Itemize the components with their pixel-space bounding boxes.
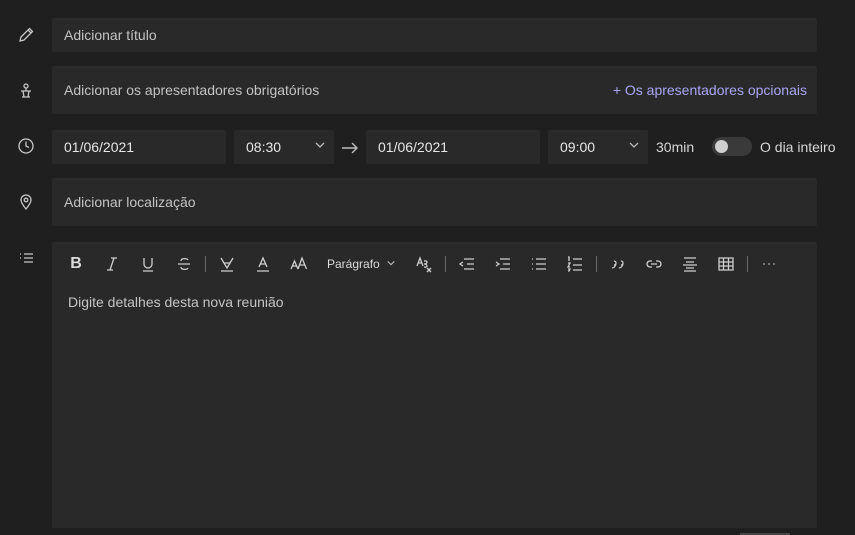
- bold-button[interactable]: B: [58, 250, 94, 278]
- end-date-value: 01/06/2021: [378, 139, 449, 155]
- more-horizontal-icon: [763, 263, 775, 265]
- all-day-toggle[interactable]: [712, 137, 752, 156]
- clear-formatting-icon: [416, 256, 432, 273]
- title-input[interactable]: Adicionar título: [52, 18, 817, 52]
- bulleted-list-button[interactable]: [521, 250, 557, 278]
- table-button[interactable]: [708, 250, 744, 278]
- increase-indent-icon: [495, 258, 510, 270]
- chevron-down-icon: [314, 138, 326, 156]
- font-color-button[interactable]: [245, 250, 281, 278]
- pencil-icon: [14, 23, 38, 47]
- toolbar-divider: [205, 256, 206, 272]
- italic-icon: [107, 257, 117, 271]
- numbered-list-button[interactable]: [557, 250, 593, 278]
- arrow-right-icon: [340, 139, 360, 157]
- paragraph-style-label: Parágrafo: [327, 257, 380, 271]
- editor-placeholder: Digite detalhes desta nova reunião: [68, 294, 284, 310]
- more-options-button[interactable]: [751, 250, 787, 278]
- chevron-down-icon: [628, 138, 640, 156]
- end-time-select[interactable]: 09:00: [548, 130, 648, 164]
- bulleted-list-icon: [531, 258, 546, 270]
- decrease-indent-icon: [458, 258, 474, 270]
- duration-label: 30min: [656, 139, 695, 155]
- highlight-button[interactable]: [209, 250, 245, 278]
- all-day-label: O dia inteiro: [760, 139, 836, 155]
- toggle-knob: [715, 140, 728, 153]
- required-presenters-input[interactable]: Adicionar os apresentadores obrigatórios…: [52, 66, 817, 114]
- table-icon: [718, 257, 734, 271]
- quote-button[interactable]: [600, 250, 636, 278]
- start-date-field[interactable]: 01/06/2021: [52, 130, 226, 164]
- optional-presenters-link[interactable]: + Os apresentadores opcionais: [613, 82, 807, 98]
- font-size-button[interactable]: [281, 250, 317, 278]
- quote-icon: [611, 260, 624, 269]
- underline-button[interactable]: [130, 250, 166, 278]
- details-editor[interactable]: B Parágrafo Digite detalhes desta nova r…: [52, 242, 817, 528]
- increase-indent-button[interactable]: [485, 250, 521, 278]
- end-date-field[interactable]: 01/06/2021: [366, 130, 540, 164]
- font-size-icon: [290, 256, 308, 270]
- bold-icon: B: [70, 255, 82, 272]
- clock-icon: [14, 134, 38, 158]
- end-time-value: 09:00: [560, 139, 596, 155]
- start-time-select[interactable]: 08:30: [234, 130, 334, 164]
- strikethrough-button[interactable]: [166, 250, 202, 278]
- details-list-icon: [14, 246, 38, 270]
- align-center-icon: [682, 257, 697, 272]
- font-color-icon: [257, 256, 269, 272]
- title-placeholder: Adicionar título: [64, 27, 157, 43]
- toolbar-divider: [595, 256, 597, 272]
- align-button[interactable]: [672, 250, 708, 278]
- paragraph-style-dropdown[interactable]: Parágrafo: [317, 250, 406, 278]
- link-icon: [646, 260, 662, 268]
- location-input[interactable]: Adicionar localização: [52, 178, 817, 226]
- highlight-icon: [220, 257, 234, 272]
- chevron-down-icon: [386, 257, 396, 271]
- formatting-toolbar: B Parágrafo: [58, 250, 787, 278]
- location-pin-icon: [14, 190, 38, 214]
- toolbar-divider: [444, 256, 446, 272]
- clear-formatting-button[interactable]: [406, 250, 442, 278]
- italic-button[interactable]: [94, 250, 130, 278]
- presenter-icon: [14, 79, 38, 103]
- start-date-value: 01/06/2021: [64, 139, 135, 155]
- numbered-list-icon: [566, 256, 582, 272]
- strikethrough-icon: [178, 257, 190, 271]
- link-button[interactable]: [636, 250, 672, 278]
- toolbar-divider: [746, 256, 748, 272]
- start-time-value: 08:30: [246, 139, 282, 155]
- underline-icon: [143, 258, 153, 272]
- required-presenters-placeholder: Adicionar os apresentadores obrigatórios: [64, 82, 320, 98]
- decrease-indent-button[interactable]: [449, 250, 485, 278]
- location-placeholder: Adicionar localização: [64, 194, 196, 210]
